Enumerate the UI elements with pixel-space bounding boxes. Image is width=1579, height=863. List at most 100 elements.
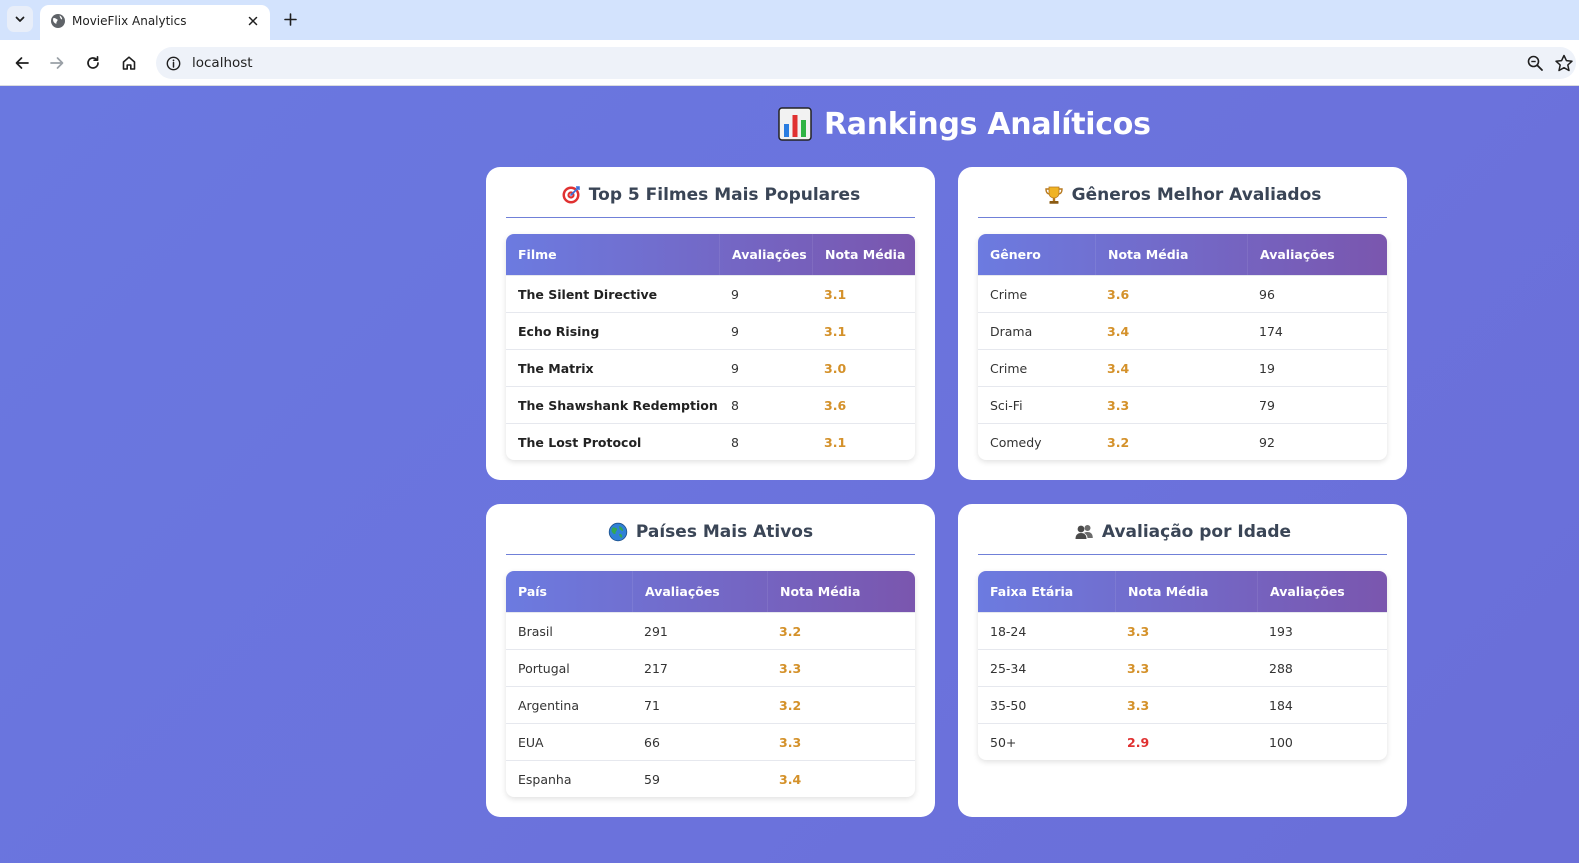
card-title: Países Mais Ativos [635,522,814,542]
url-text: localhost [192,55,253,71]
average-rating: 3.4 [1107,323,1130,339]
genres-table: Gênero Nota Média Avaliações Crime 3.6 9… [978,234,1387,460]
genre-name: Sci-Fi [990,397,1023,413]
home-button[interactable] [117,51,141,75]
column-header[interactable]: Nota Média [1115,571,1257,612]
review-count: 66 [644,734,660,750]
bookmark-star-icon[interactable] [1554,54,1574,72]
genre-name: Crime [990,286,1028,302]
average-rating: 3.3 [779,734,802,750]
average-rating: 2.9 [1127,734,1150,750]
reload-icon [87,55,99,69]
review-count: 59 [644,771,660,787]
average-rating: 3.1 [824,434,847,450]
tab-search-button[interactable] [7,6,33,32]
average-rating: 3.3 [779,660,802,676]
age-range: 18-24 [990,623,1027,639]
review-count: 9 [731,360,739,376]
movie-title: The Matrix [518,360,594,376]
browser-tab-bar: MovieFlix Analytics [0,0,1579,40]
arrow-right-icon [50,57,64,69]
zoom-icon[interactable] [1526,54,1544,72]
movie-title: The Lost Protocol [518,434,642,450]
tab-title: MovieFlix Analytics [72,14,187,28]
table-row: Comedy 3.2 92 [978,423,1387,460]
review-count: 193 [1269,623,1293,639]
review-count: 184 [1269,697,1293,713]
table-row: The Lost Protocol 8 3.1 [506,423,915,460]
close-tab-button[interactable] [244,12,262,30]
review-count: 8 [731,434,739,450]
country-name: Argentina [518,697,579,713]
card-header: Países Mais Ativos [506,522,915,555]
card-title: Avaliação por Idade [1101,522,1292,542]
new-tab-button[interactable] [280,9,300,29]
age-range: 50+ [990,734,1017,750]
review-count: 79 [1259,397,1275,413]
review-count: 291 [644,623,668,639]
average-rating: 3.3 [1127,660,1150,676]
column-header[interactable]: Nota Média [767,571,915,612]
table-row: The Silent Directive 9 3.1 [506,275,915,312]
country-name: Portugal [518,660,570,676]
average-rating: 3.2 [1107,434,1130,450]
plus-icon [283,12,297,26]
column-header[interactable]: Faixa Etária [978,571,1115,612]
average-rating: 3.1 [824,323,847,339]
average-rating: 3.2 [779,623,802,639]
page-title: Rankings Analíticos [824,106,1151,142]
review-count: 174 [1259,323,1283,339]
card-title: Gêneros Melhor Avaliados [1071,185,1322,205]
reload-button[interactable] [81,51,105,75]
age-table: Faixa Etária Nota Média Avaliações 18-24… [978,571,1387,760]
column-header[interactable]: Avaliações [1247,234,1387,275]
column-header[interactable]: Nota Média [812,234,915,275]
browser-tab[interactable]: MovieFlix Analytics [40,5,270,40]
card-header: Top 5 Filmes Mais Populares [506,185,915,218]
age-range: 35-50 [990,697,1027,713]
target-icon [562,186,580,204]
column-header[interactable]: Gênero [978,234,1095,275]
movie-title: The Shawshank Redemption [518,397,718,413]
page-content: Rankings Analíticos Top 5 Filmes Mais Po… [0,86,1579,863]
review-count: 217 [644,660,668,676]
table-header: Faixa Etária Nota Média Avaliações [978,571,1387,612]
forward-button[interactable] [45,51,69,75]
browser-toolbar: localhost [0,40,1579,86]
top-movies-card: Top 5 Filmes Mais Populares Filme Avalia… [486,167,935,480]
globe-icon [608,522,628,542]
card-title: Top 5 Filmes Mais Populares [588,185,861,205]
review-count: 92 [1259,434,1275,450]
column-header[interactable]: Avaliações [1257,571,1387,612]
column-header[interactable]: Filme [506,234,719,275]
table-row: 50+ 2.9 100 [978,723,1387,760]
table-header: Filme Avaliações Nota Média [506,234,915,275]
bar-chart-icon [778,107,812,141]
site-info-button[interactable] [164,54,182,72]
genre-name: Drama [990,323,1033,339]
column-header[interactable]: Nota Média [1095,234,1247,275]
average-rating: 3.4 [779,771,802,787]
table-row: Argentina 71 3.2 [506,686,915,723]
table-row: 25-34 3.3 288 [978,649,1387,686]
table-row: Echo Rising 9 3.1 [506,312,915,349]
table-row: Drama 3.4 174 [978,312,1387,349]
close-icon [248,16,258,26]
average-rating: 3.2 [779,697,802,713]
address-bar[interactable]: localhost [156,47,1576,79]
column-header[interactable]: Avaliações [632,571,767,612]
average-rating: 3.6 [824,397,847,413]
column-header[interactable]: Avaliações [719,234,812,275]
table-row: 35-50 3.3 184 [978,686,1387,723]
back-button[interactable] [10,51,34,75]
table-header: País Avaliações Nota Média [506,571,915,612]
globe-icon [51,14,65,28]
people-icon [1075,525,1093,539]
review-count: 71 [644,697,660,713]
average-rating: 3.1 [824,286,847,302]
table-row: EUA 66 3.3 [506,723,915,760]
review-count: 100 [1269,734,1293,750]
trophy-icon [1044,186,1063,204]
country-name: EUA [518,734,544,750]
column-header[interactable]: País [506,571,632,612]
